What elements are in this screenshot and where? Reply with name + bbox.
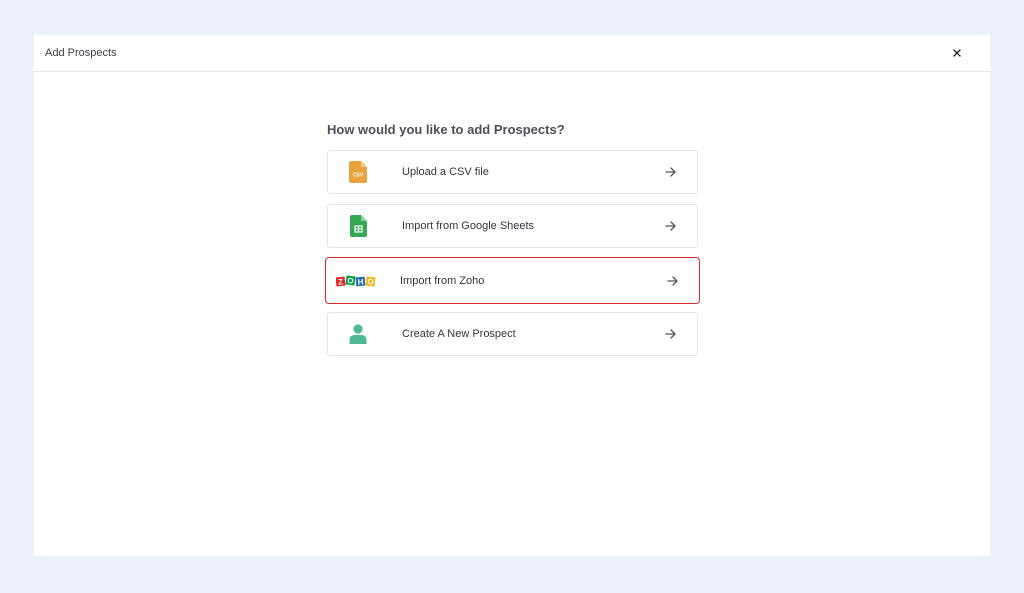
- add-prospects-modal: Add Prospects How would you like to add …: [34, 35, 990, 556]
- arrow-right-icon: [663, 165, 677, 179]
- option-import-zoho[interactable]: Z O H O Import from Zoho: [325, 257, 700, 304]
- csv-icon-text: CSV: [353, 173, 364, 179]
- svg-text:O: O: [367, 277, 374, 287]
- svg-text:O: O: [347, 276, 354, 286]
- google-sheets-icon: [349, 215, 367, 237]
- modal-title: Add Prospects: [45, 47, 117, 59]
- csv-file-icon: CSV: [349, 161, 367, 183]
- close-icon: [953, 49, 961, 57]
- modal-header: Add Prospects: [34, 35, 990, 72]
- option-label: Create A New Prospect: [402, 328, 516, 340]
- option-label: Import from Google Sheets: [402, 220, 535, 232]
- option-label: Upload a CSV file: [402, 166, 489, 178]
- options-panel: How would you like to add Prospects? CSV…: [325, 122, 700, 366]
- option-create-prospect[interactable]: Create A New Prospect: [327, 312, 698, 356]
- zoho-logo-icon: Z O H O: [336, 274, 376, 287]
- arrow-right-icon: [665, 274, 679, 288]
- option-google-sheets[interactable]: Import from Google Sheets: [327, 204, 698, 248]
- close-button[interactable]: [948, 44, 966, 62]
- arrow-right-icon: [663, 327, 677, 341]
- person-icon: [349, 324, 367, 344]
- option-upload-csv[interactable]: CSV Upload a CSV file: [327, 150, 698, 194]
- question-heading: How would you like to add Prospects?: [327, 122, 565, 137]
- svg-text:H: H: [357, 277, 364, 286]
- arrow-right-icon: [663, 219, 677, 233]
- option-label: Import from Zoho: [400, 274, 485, 287]
